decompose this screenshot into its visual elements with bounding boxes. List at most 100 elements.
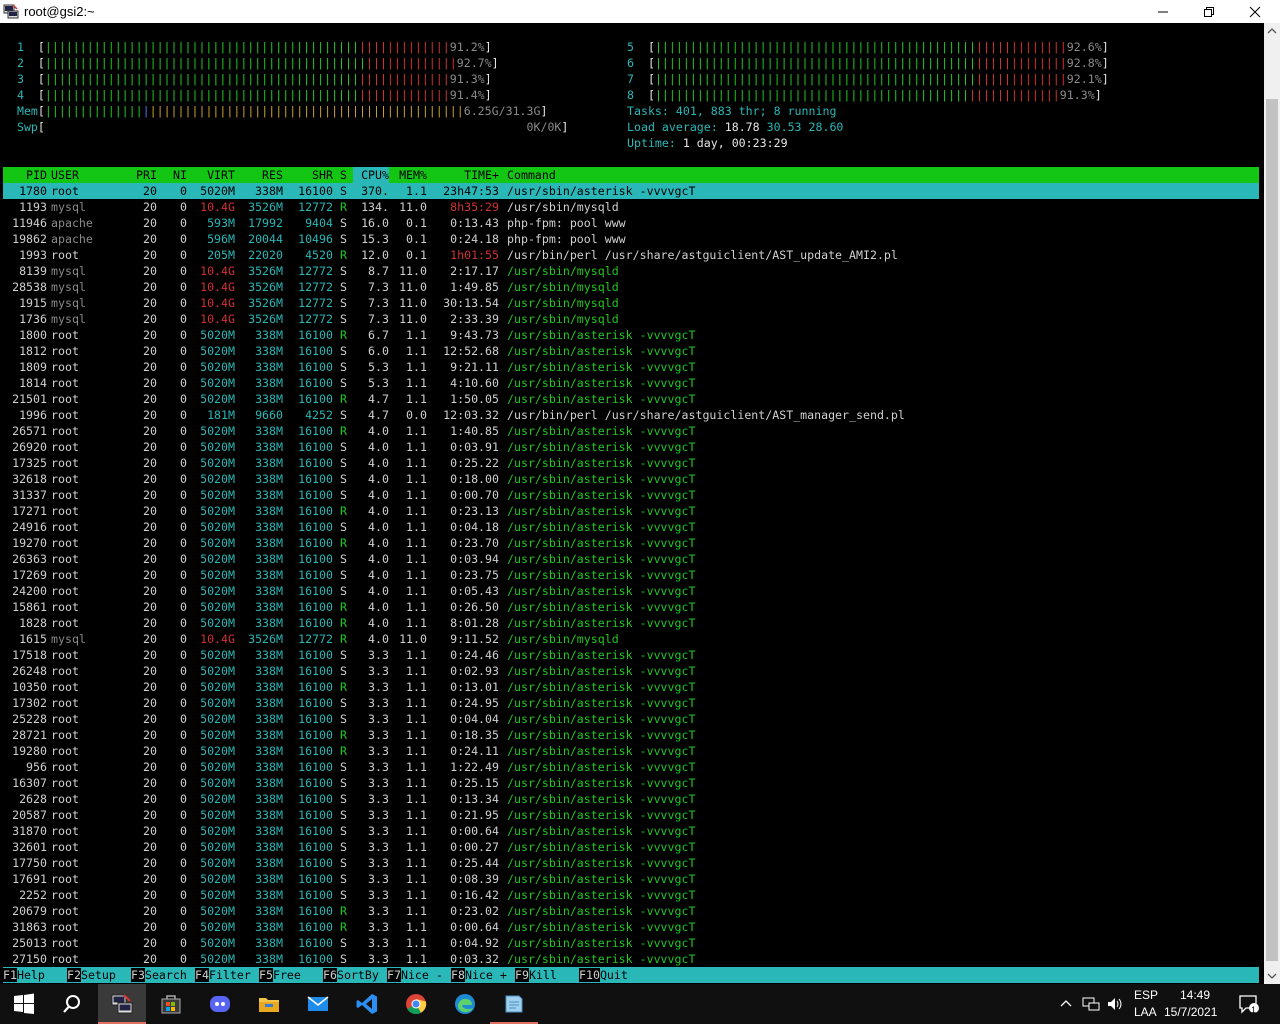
start-button[interactable] (0, 984, 48, 1024)
table-row[interactable]: 11946 apache 20 0 593M 17992 9404 S 16.0 0.1 0:13.… (3, 215, 1259, 231)
col-cpu[interactable]: CPU% (353, 167, 389, 183)
table-row[interactable]: 26363 root 20 0 5020M 338M 16100 S 4.0 1.1 0:03.94… (3, 551, 1259, 567)
table-row[interactable]: 1812 root 20 0 5020M 338M 16100 S 6.0 1.1 12:52.68… (3, 343, 1259, 359)
taskbar-vscode[interactable] (343, 984, 391, 1024)
col-shr[interactable]: SHR (287, 167, 333, 183)
table-row[interactable]: 1809 root 20 0 5020M 338M 16100 S 5.3 1.1 9:21.11 /… (3, 359, 1259, 375)
table-row[interactable]: 17271 root 20 0 5020M 338M 16100 R 4.0 1.1 0:23.13… (3, 503, 1259, 519)
taskbar-notepad[interactable] (490, 984, 538, 1024)
table-row[interactable]: 20679 root 20 0 5020M 338M 16100 R 3.3 1.1 0:23.02… (3, 903, 1259, 919)
search-button[interactable] (48, 984, 96, 1024)
table-row[interactable]: 8139 mysql 20 0 10.4G 3526M 12772 S 8.7 11.0 2:17.… (3, 263, 1259, 279)
table-row[interactable]: 1193 mysql 20 0 10.4G 3526M 12772 R 134. 11.0 8h35… (3, 199, 1259, 215)
table-row[interactable]: 1915 mysql 20 0 10.4G 3526M 12772 S 7.3 11.0 30:13… (3, 295, 1259, 311)
table-row[interactable]: 1814 root 20 0 5020M 338M 16100 S 5.3 1.1 4:10.60 /… (3, 375, 1259, 391)
volume-icon[interactable] (1106, 996, 1124, 1012)
table-row[interactable]: 19270 root 20 0 5020M 338M 16100 R 4.0 1.1 0:23.70… (3, 535, 1259, 551)
clock-time[interactable]: 14:49 (1180, 988, 1210, 1002)
taskbar-edge[interactable] (441, 984, 489, 1024)
taskbar-discord[interactable] (196, 984, 244, 1024)
fkey-f9[interactable]: F9Kill (515, 967, 571, 983)
notification-icon[interactable] (1238, 994, 1260, 1014)
col-state[interactable]: S (340, 167, 347, 183)
table-row-selected[interactable]: 1780 root 20 0 5020M 338M 16100 S 370. 1.1 23h47:5… (3, 183, 1259, 199)
table-row[interactable]: 31863 root 20 0 5020M 338M 16100 R 3.3 1.1 0:00.64… (3, 919, 1259, 935)
table-row[interactable]: 16307 root 20 0 5020M 338M 16100 S 3.3 1.1 0:25.15… (3, 775, 1259, 791)
table-row[interactable]: 27150 root 20 0 5020M 338M 16100 S 3.3 1.1 0:03.32… (3, 951, 1259, 967)
fkey-f3[interactable]: F3Search (131, 967, 187, 983)
fkey-f8[interactable]: F8Nice + (451, 967, 507, 983)
table-row[interactable]: 1996 root 20 0 181M 9660 4252 S 4.7 0.0 12:03.32/u… (3, 407, 1259, 423)
cell-user: root (51, 712, 79, 726)
table-row[interactable]: 17302 root 20 0 5020M 338M 16100 S 3.3 1.1 0:24.95… (3, 695, 1259, 711)
col-virt[interactable]: VIRT (191, 167, 235, 183)
table-row[interactable]: 21501 root 20 0 5020M 338M 16100 R 4.7 1.1 1:50.05… (3, 391, 1259, 407)
col-user[interactable]: USER (51, 167, 79, 183)
restore-button[interactable] (1186, 0, 1232, 23)
network-icon[interactable] (1082, 996, 1100, 1012)
table-row[interactable]: 1615 mysql 20 0 10.4G 3526M 12772 R 4.0 11.0 9:11.… (3, 631, 1259, 647)
table-row[interactable]: 24916 root 20 0 5020M 338M 16100 S 4.0 1.1 0:04.18… (3, 519, 1259, 535)
col-ni[interactable]: NI (163, 167, 187, 183)
vertical-scrollbar[interactable] (1264, 23, 1280, 984)
table-row[interactable]: 17269 root 20 0 5020M 338M 16100 S 4.0 1.1 0:23.75… (3, 567, 1259, 583)
fkey-f2[interactable]: F2Setup (67, 967, 123, 983)
table-row[interactable]: 17750 root 20 0 5020M 338M 16100 S 3.3 1.1 0:25.44… (3, 855, 1259, 871)
clock-date[interactable]: 15/7/2021 (1164, 1005, 1217, 1019)
col-mem[interactable]: MEM% (393, 167, 427, 183)
table-row[interactable]: 2252 root 20 0 5020M 338M 16100 S 3.3 1.1 0:16.42 /… (3, 887, 1259, 903)
keyboard-layout[interactable]: LAA (1134, 1005, 1157, 1019)
table-row[interactable]: 19862 apache 20 0 596M 20044 10496 S 15.3 0.1 0:24… (3, 231, 1259, 247)
table-row[interactable]: 17691 root 20 0 5020M 338M 16100 S 3.3 1.1 0:08.39… (3, 871, 1259, 887)
table-row[interactable]: 24200 root 20 0 5020M 338M 16100 S 4.0 1.1 0:05.43… (3, 583, 1259, 599)
fkey-f5[interactable]: F5Free (259, 967, 315, 983)
table-row[interactable]: 17518 root 20 0 5020M 338M 16100 S 3.3 1.1 0:24.46… (3, 647, 1259, 663)
scroll-up-icon[interactable] (1264, 23, 1280, 39)
table-row[interactable]: 31337 root 20 0 5020M 338M 16100 S 4.0 1.1 0:00.70… (3, 487, 1259, 503)
terminal-area[interactable]: 1 [|||||||||||||||||||||||||||||||||||||… (0, 23, 1264, 984)
table-row[interactable]: 1736 mysql 20 0 10.4G 3526M 12772 S 7.3 11.0 2:33.… (3, 311, 1259, 327)
col-res[interactable]: RES (239, 167, 283, 183)
table-row[interactable]: 17325 root 20 0 5020M 338M 16100 S 4.0 1.1 0:25.22… (3, 455, 1259, 471)
table-row[interactable]: 2628 root 20 0 5020M 338M 16100 S 3.3 1.1 0:13.34 /… (3, 791, 1259, 807)
col-command[interactable]: Command (507, 167, 556, 183)
taskbar-chrome[interactable] (392, 984, 440, 1024)
table-row[interactable]: 15861 root 20 0 5020M 338M 16100 R 4.0 1.1 0:26.50… (3, 599, 1259, 615)
chevron-up-icon[interactable] (1058, 996, 1074, 1012)
scroll-down-icon[interactable] (1264, 968, 1280, 984)
table-row[interactable]: 28538 mysql 20 0 10.4G 3526M 12772 S 7.3 11.0 1:49… (3, 279, 1259, 295)
taskbar-putty[interactable] (98, 984, 146, 1024)
col-pid[interactable]: PID (3, 167, 47, 183)
close-button[interactable] (1232, 0, 1278, 23)
language-code[interactable]: ESP (1134, 988, 1158, 1002)
table-row[interactable]: 10350 root 20 0 5020M 338M 16100 R 3.3 1.1 0:13.01… (3, 679, 1259, 695)
taskbar-mail[interactable] (294, 984, 342, 1024)
table-row[interactable]: 32618 root 20 0 5020M 338M 16100 S 4.0 1.1 0:18.00… (3, 471, 1259, 487)
table-row[interactable]: 32601 root 20 0 5020M 338M 16100 S 3.3 1.1 0:00.27… (3, 839, 1259, 855)
table-row[interactable]: 956 root 20 0 5020M 338M 16100 S 3.3 1.1 1:22.49/u… (3, 759, 1259, 775)
table-row[interactable]: 26571 root 20 0 5020M 338M 16100 R 4.0 1.1 1:40.85… (3, 423, 1259, 439)
col-time[interactable]: TIME+ (431, 167, 499, 183)
fkey-f10[interactable]: F10Quit (579, 967, 642, 983)
fkey-f7[interactable]: F7Nice - (387, 967, 443, 983)
table-row[interactable]: 26248 root 20 0 5020M 338M 16100 S 3.3 1.1 0:02.93… (3, 663, 1259, 679)
table-row[interactable]: 1828 root 20 0 5020M 338M 16100 R 4.0 1.1 8:01.28 /… (3, 615, 1259, 631)
scroll-thumb[interactable] (1266, 99, 1278, 961)
window-title-bar[interactable]: root@gsi2:~ (0, 0, 1280, 23)
table-row[interactable]: 28721 root 20 0 5020M 338M 16100 R 3.3 1.1 0:18.35… (3, 727, 1259, 743)
table-row[interactable]: 25013 root 20 0 5020M 338M 16100 S 3.3 1.1 0:04.92… (3, 935, 1259, 951)
col-pri[interactable]: PRI (125, 167, 157, 183)
taskbar-file-explorer[interactable] (245, 984, 293, 1024)
minimize-button[interactable] (1140, 0, 1186, 23)
taskbar-store[interactable] (147, 984, 195, 1024)
table-row[interactable]: 1993 root 20 0 205M 22020 4520 R 12.0 0.1 1h01:55 /… (3, 247, 1259, 263)
fkey-f6[interactable]: F6SortBy (323, 967, 379, 983)
table-row[interactable]: 20587 root 20 0 5020M 338M 16100 S 3.3 1.1 0:21.95… (3, 807, 1259, 823)
table-row[interactable]: 19280 root 20 0 5020M 338M 16100 R 3.3 1.1 0:24.11… (3, 743, 1259, 759)
table-row[interactable]: 31870 root 20 0 5020M 338M 16100 S 3.3 1.1 0:00.64… (3, 823, 1259, 839)
fkey-f1[interactable]: F1Help (3, 967, 59, 983)
table-row[interactable]: 26920 root 20 0 5020M 338M 16100 S 4.0 1.1 0:03.91… (3, 439, 1259, 455)
table-row[interactable]: 1800 root 20 0 5020M 338M 16100 R 6.7 1.1 9:43.73 /… (3, 327, 1259, 343)
fkey-f4[interactable]: F4Filter (195, 967, 251, 983)
table-row[interactable]: 25228 root 20 0 5020M 338M 16100 S 3.3 1.1 0:04.04… (3, 711, 1259, 727)
